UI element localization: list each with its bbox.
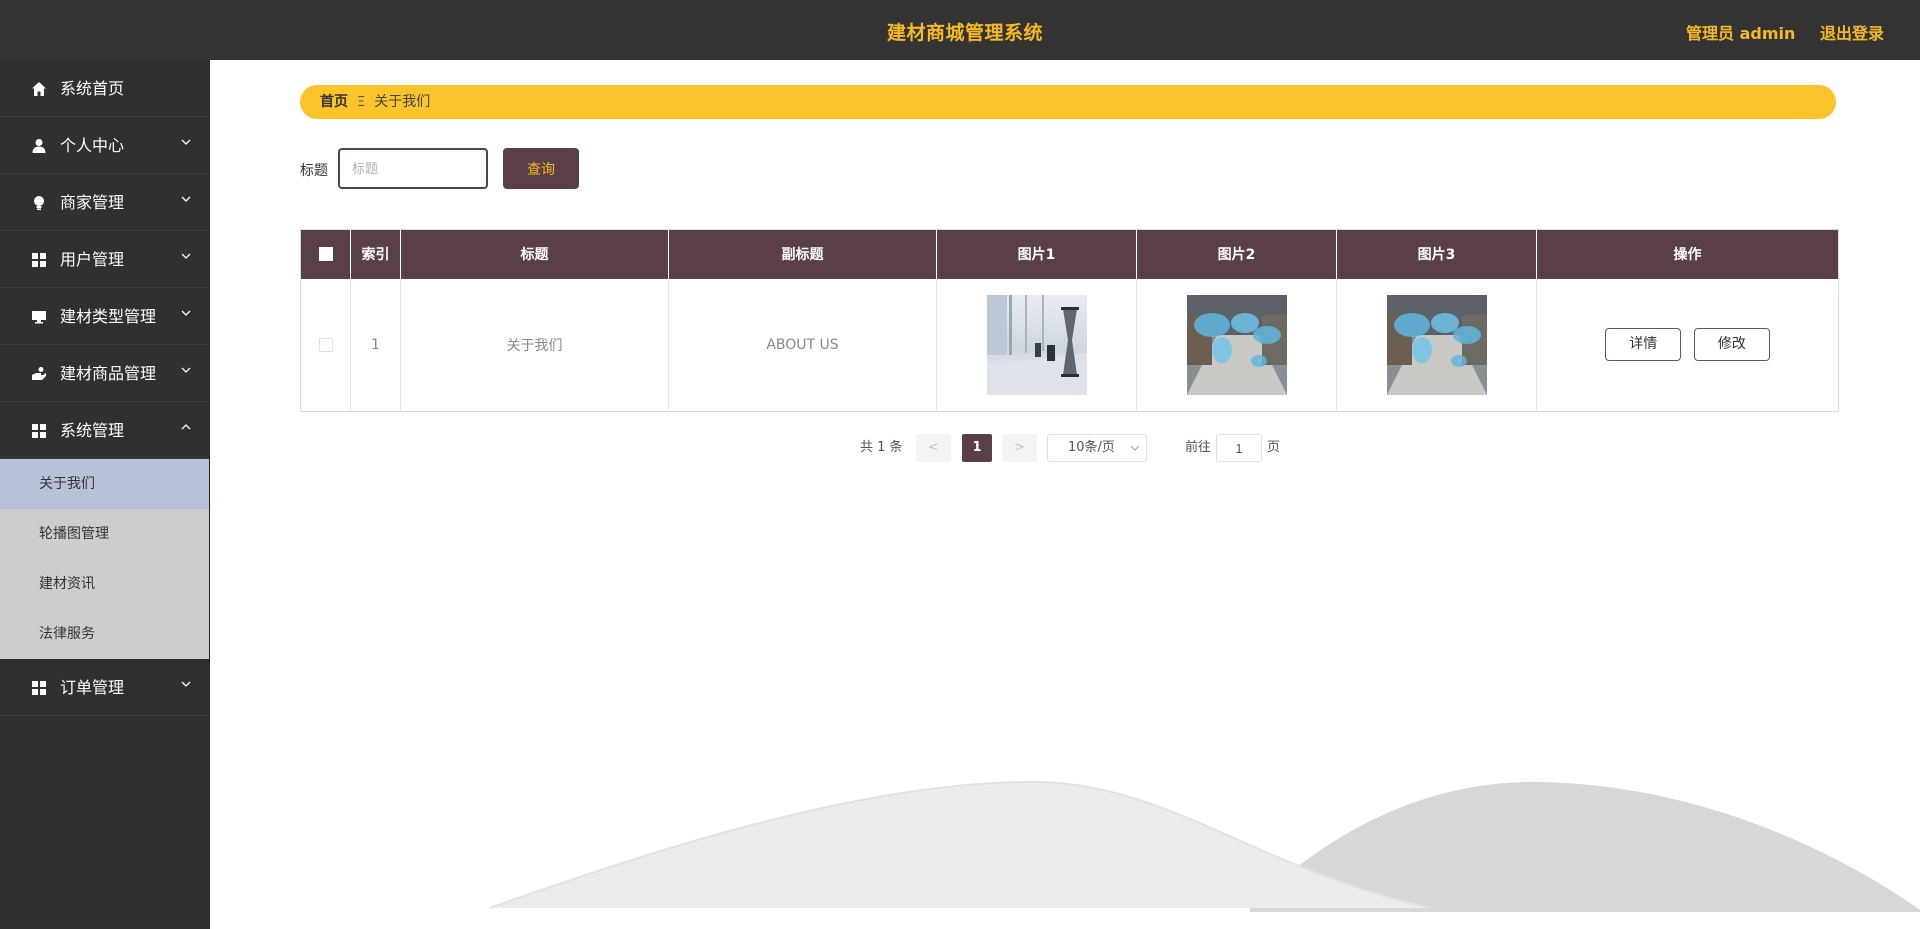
- row-subtitle: ABOUT US: [668, 278, 937, 412]
- row-image3-cell: [1336, 278, 1537, 412]
- home-icon: [32, 82, 46, 96]
- user-icon: [32, 139, 46, 153]
- column-header-subtitle: 副标题: [668, 229, 937, 279]
- sidebar-item-merchant[interactable]: 商家管理: [0, 174, 209, 231]
- column-header-image2: 图片2: [1136, 229, 1337, 279]
- detail-button[interactable]: 详情: [1605, 328, 1682, 362]
- top-header: 建材商城管理系统 管理员 admin 退出登录: [0, 0, 1920, 60]
- row-index: 1: [350, 278, 401, 412]
- breadcrumb-current: 关于我们: [374, 94, 431, 110]
- chevron-down-icon: [181, 310, 191, 316]
- row-checkbox[interactable]: [318, 337, 333, 352]
- admin-user-label[interactable]: 管理员 admin: [1686, 20, 1795, 44]
- sidebar-item-label: 系统管理: [60, 421, 125, 440]
- submenu-item-about-us[interactable]: 关于我们: [0, 459, 209, 509]
- sidebar-item-home[interactable]: 系统首页: [0, 60, 209, 117]
- column-header-image1: 图片1: [936, 229, 1137, 279]
- table-header-row: 索引 标题 副标题 图片1 图片2 图片3 操作: [300, 229, 1839, 279]
- grid-icon: [32, 681, 46, 695]
- logout-button[interactable]: 退出登录: [1820, 20, 1884, 44]
- table-row: 1 关于我们 ABOUT US 详情 修改: [300, 278, 1839, 412]
- sidebar-item-users[interactable]: 用户管理: [0, 231, 209, 288]
- sidebar-item-orders[interactable]: 订单管理: [0, 659, 209, 716]
- app-title: 建材商城管理系统: [886, 22, 1043, 44]
- pagination-total: 共 1 条: [860, 440, 903, 455]
- sidebar-item-personal-center[interactable]: 个人中心: [0, 117, 209, 174]
- row-select-cell: [300, 278, 351, 412]
- hand-icon: [32, 367, 46, 380]
- grid-icon: [32, 253, 46, 267]
- column-header-image3: 图片3: [1336, 229, 1537, 279]
- sidebar-item-system[interactable]: 系统管理: [0, 402, 209, 459]
- row-actions-cell: 详情 修改: [1537, 279, 1839, 412]
- sidebar-item-label: 商家管理: [60, 193, 125, 212]
- chevron-up-icon: [181, 424, 191, 430]
- prev-page-button[interactable]: <: [916, 434, 951, 462]
- meeting-room-hourglass-image[interactable]: [986, 294, 1087, 395]
- next-page-button[interactable]: >: [1002, 434, 1037, 462]
- search-title-label: 标题: [300, 163, 328, 179]
- warehouse-world-map-image[interactable]: [1386, 294, 1487, 395]
- chevron-down-icon: [181, 367, 191, 373]
- row-image2-cell: [1136, 278, 1337, 412]
- breadcrumb: 首页 Ξ 关于我们: [300, 85, 1836, 119]
- system-submenu: 关于我们 轮播图管理 建材资讯 法律服务: [0, 459, 209, 659]
- sidebar-item-material-types[interactable]: 建材类型管理: [0, 288, 209, 345]
- search-button[interactable]: 查询: [503, 148, 579, 189]
- sidebar-item-label: 建材商品管理: [60, 364, 157, 383]
- chevron-down-icon: [1130, 445, 1140, 451]
- bulb-icon: [34, 196, 44, 210]
- page-size-value: 10条/页: [1068, 440, 1115, 455]
- page-number-button[interactable]: 1: [962, 434, 992, 462]
- sidebar-item-material-products[interactable]: 建材商品管理: [0, 345, 209, 402]
- goto-page-input[interactable]: [1216, 434, 1262, 462]
- chevron-down-icon: [181, 139, 191, 145]
- chevron-down-icon: [181, 681, 191, 687]
- column-header-index: 索引: [350, 229, 401, 279]
- about-us-table: 索引 标题 副标题 图片1 图片2 图片3 操作 1 关于我们 ABOUT US: [300, 229, 1839, 412]
- row-title: 关于我们: [400, 278, 669, 412]
- page-size-select[interactable]: 10条/页: [1047, 434, 1147, 462]
- goto-label: 前往: [1185, 440, 1212, 455]
- sidebar-item-label: 系统首页: [60, 79, 125, 98]
- sidebar-item-label: 用户管理: [60, 250, 125, 269]
- sidebar-item-label: 个人中心: [60, 136, 125, 155]
- monitor-icon: [32, 311, 46, 324]
- sidebar-item-label: 建材类型管理: [60, 307, 157, 326]
- submenu-item-legal-service[interactable]: 法律服务: [0, 609, 209, 659]
- breadcrumb-home[interactable]: 首页: [320, 94, 348, 110]
- column-header-actions: 操作: [1536, 229, 1839, 279]
- sidebar: 系统首页 个人中心 商家管理 用户管理 建材类型管理 建材商品管理 系统管理 关…: [0, 60, 210, 929]
- chevron-down-icon: [181, 253, 191, 259]
- row-image1-cell: [936, 278, 1137, 412]
- search-title-input[interactable]: [338, 148, 488, 189]
- select-all-cell: [300, 229, 351, 279]
- sidebar-item-label: 订单管理: [60, 678, 125, 697]
- goto-unit-label: 页: [1267, 440, 1281, 455]
- warehouse-world-map-image[interactable]: [1186, 294, 1287, 395]
- breadcrumb-separator: Ξ: [357, 95, 366, 110]
- column-header-title: 标题: [400, 229, 669, 279]
- grid-icon: [32, 424, 46, 438]
- submenu-item-carousel[interactable]: 轮播图管理: [0, 509, 209, 559]
- chevron-down-icon: [181, 196, 191, 202]
- submenu-item-material-news[interactable]: 建材资讯: [0, 559, 209, 609]
- select-all-checkbox[interactable]: [318, 247, 333, 262]
- decorative-hills: [489, 780, 1920, 912]
- edit-button[interactable]: 修改: [1693, 328, 1770, 362]
